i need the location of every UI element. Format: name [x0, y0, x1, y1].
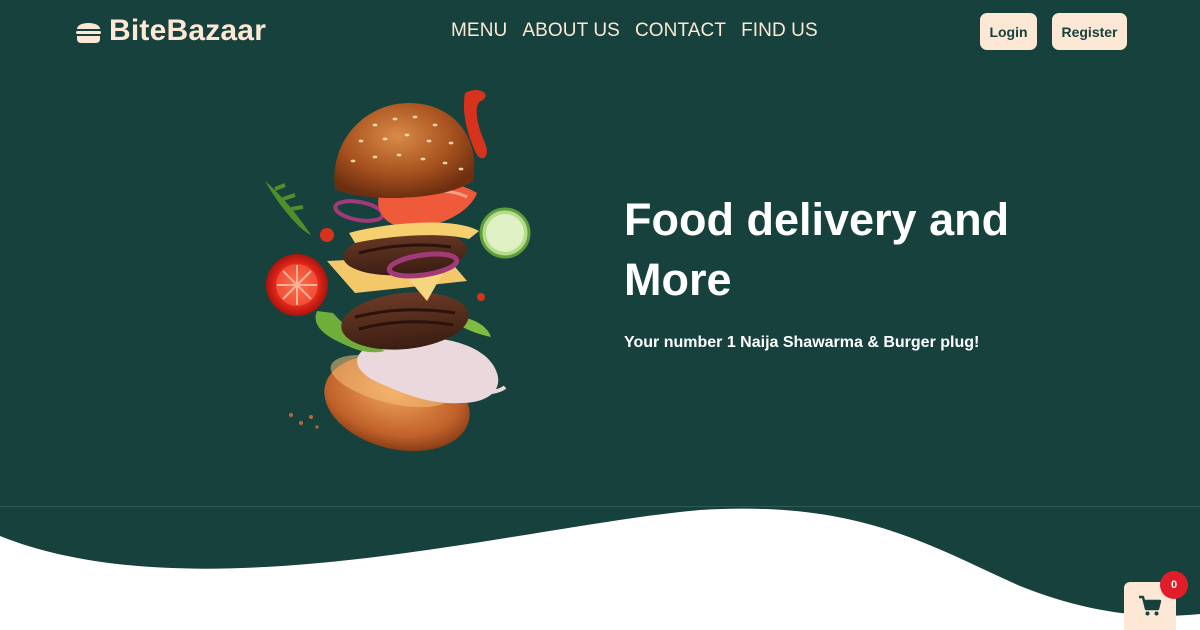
nav-item-about-us[interactable]: ABOUT US [522, 20, 620, 42]
nav-item-contact[interactable]: CONTACT [635, 20, 726, 42]
hero-title-line-1: Food delivery and [624, 194, 1010, 245]
brand-logo[interactable]: BiteBazaar [75, 14, 266, 48]
cart-count-badge: 0 [1160, 571, 1188, 599]
hero-title: Food delivery and More [624, 190, 1064, 310]
hero-title-line-2: More [624, 254, 732, 305]
cart-icon [1139, 595, 1162, 616]
burger-image [265, 90, 531, 452]
nav-item-menu[interactable]: MENU [451, 20, 507, 42]
nav-item-find-us[interactable]: FIND US [741, 20, 818, 42]
hero-section [0, 0, 1200, 630]
wave-divider [0, 506, 1200, 630]
hero-subtitle: Your number 1 Naija Shawarma & Burger pl… [624, 334, 980, 351]
login-button[interactable]: Login [980, 13, 1037, 50]
main-nav: MENU ABOUT US CONTACT FIND US [451, 20, 818, 42]
burger-icon [76, 23, 101, 43]
brand-name: BiteBazaar [109, 14, 267, 47]
register-button[interactable]: Register [1052, 13, 1127, 50]
